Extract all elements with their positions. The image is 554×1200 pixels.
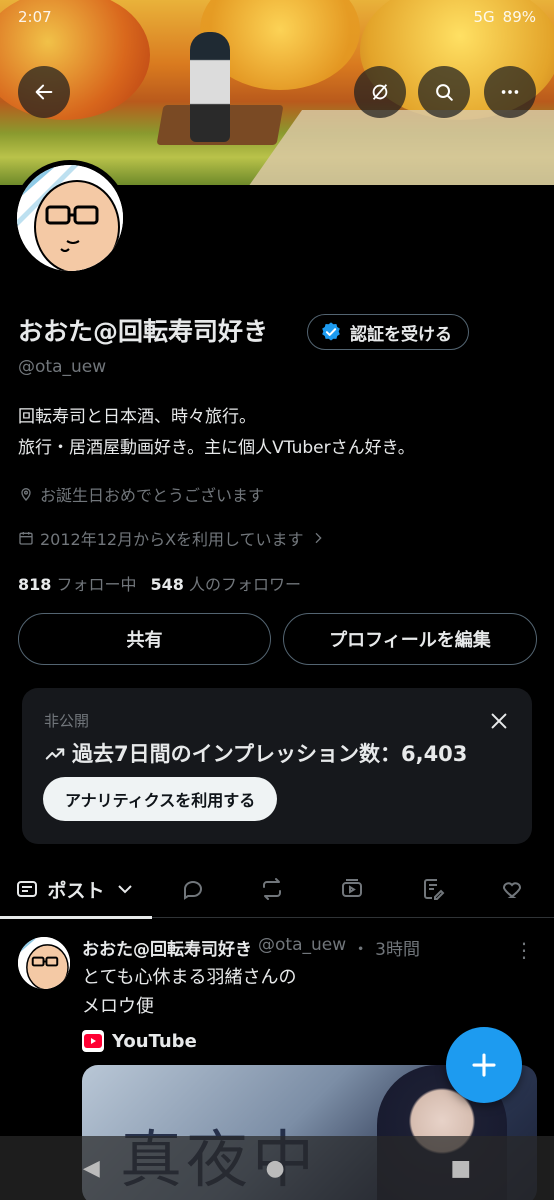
nav-home-icon[interactable]: ● [265,1156,284,1181]
profile-joined[interactable]: 2012年12月からXを利用しています [18,526,326,550]
post-more-icon[interactable]: ⋮ [514,938,534,962]
avatar-illustration [17,165,123,271]
follow-stats: 818 フォロー中 548 人のフォロワー [18,571,301,595]
chevron-down-icon [117,885,132,894]
post-author-name[interactable]: おおた@回転寿司好き [82,935,252,960]
profile-handle: @ota_uew [18,357,107,377]
post-text-line: メロウ便 [82,996,154,1017]
close-icon[interactable] [488,710,510,732]
card-private-label: 非公開 [44,712,90,730]
profile-location: お誕生日おめでとうございます [18,482,264,506]
link-source-label: YouTube [112,1030,197,1052]
tab-indicator [0,916,152,919]
chevron-right-icon [315,532,322,544]
analytics-button[interactable]: アナリティクスを利用する [43,777,278,821]
article-edit-icon [424,879,445,900]
following-link[interactable]: 818 フォロー中 [18,571,137,595]
joined-text: 2012年12月からXを利用しています [40,530,304,549]
link-source[interactable]: YouTube [82,1030,197,1052]
verified-badge-icon [322,322,340,341]
trending-up-icon [45,748,65,760]
following-label: フォロー中 [56,575,137,594]
plus-icon [472,1053,496,1077]
arrow-left-icon [35,84,53,100]
youtube-icon [82,1030,104,1052]
tab-reposts[interactable] [244,860,300,918]
get-verified-label: 認証を受ける [350,324,452,345]
search-icon [436,84,453,101]
profile-bio: 回転寿司と日本酒、時々旅行。 旅行・居酒屋動画好き。主に個人VTuberさん好き… [18,402,415,464]
tab-articles[interactable] [405,860,461,918]
nav-recents-icon[interactable]: ■ [450,1156,471,1181]
grok-button[interactable] [354,66,406,118]
followers-label: 人のフォロワー [189,575,302,594]
bio-line: 旅行・居酒屋動画好き。主に個人VTuberさん好き。 [18,438,415,458]
impressions-summary: 過去7日間のインプレッション数：6,403 [44,738,467,768]
post-text: とても心休まる羽緒さんの メロウ便 [82,963,297,1021]
video-icon [342,879,362,897]
profile-display-name: おおた@回転寿司好き [18,317,269,346]
status-network: 5G [473,8,495,26]
system-nav-bar: ◀ ● ■ [0,1136,554,1200]
status-bar: 2:07 5G 89% [18,8,536,30]
post-avatar[interactable] [18,937,70,989]
back-button[interactable] [18,66,70,118]
tab-posts-label: ポスト [47,879,105,902]
more-button[interactable] [484,66,536,118]
post-time: 3時間 [375,940,420,960]
status-time: 2:07 [18,8,52,26]
impressions-text: 過去7日間のインプレッション数：6,403 [72,742,468,766]
location-text: お誕生日おめでとうございます [40,486,265,505]
tab-replies[interactable] [165,860,221,918]
post-separator: ・ [352,940,370,960]
followers-count: 548 [150,575,184,594]
banner-art [190,32,230,142]
posts-list-icon [17,881,38,897]
status-battery: 89% [502,8,536,26]
analytics-card: 非公開 過去7日間のインプレッション数：6,403 アナリティクスを利用する [22,688,532,844]
search-button[interactable] [418,66,470,118]
tab-likes[interactable] [485,860,541,918]
post-text-line: とても心休まる羽緒さんの [82,967,297,988]
tab-posts[interactable]: ポスト [0,860,152,919]
share-button[interactable]: 共有 [18,613,271,665]
compose-post-button[interactable] [446,1027,522,1103]
post-author-handle: @ota_uew [258,935,347,955]
location-pin-icon [21,488,31,501]
edit-profile-button[interactable]: プロフィールを編集 [283,613,537,665]
following-count: 818 [18,575,52,594]
followers-link[interactable]: 548 人のフォロワー [151,571,302,595]
nav-back-icon[interactable]: ◀ [83,1156,100,1181]
avatar-illustration [18,937,70,989]
profile-tabs: ポスト [0,860,554,919]
repost-icon [263,878,281,900]
tab-media[interactable] [324,860,380,918]
reply-icon [184,881,203,900]
bio-line: 回転寿司と日本酒、時々旅行。 [18,407,256,427]
get-verified-button[interactable]: 認証を受ける [307,314,469,350]
avatar-image [17,165,123,271]
profile-avatar[interactable] [12,160,128,276]
slash-circle-icon [372,84,388,100]
post-header: おおた@回転寿司好き @ota_uew ・ 3時間 [82,935,420,960]
more-horizontal-icon [501,90,519,94]
calendar-icon [19,532,33,545]
heart-icon [503,882,521,898]
